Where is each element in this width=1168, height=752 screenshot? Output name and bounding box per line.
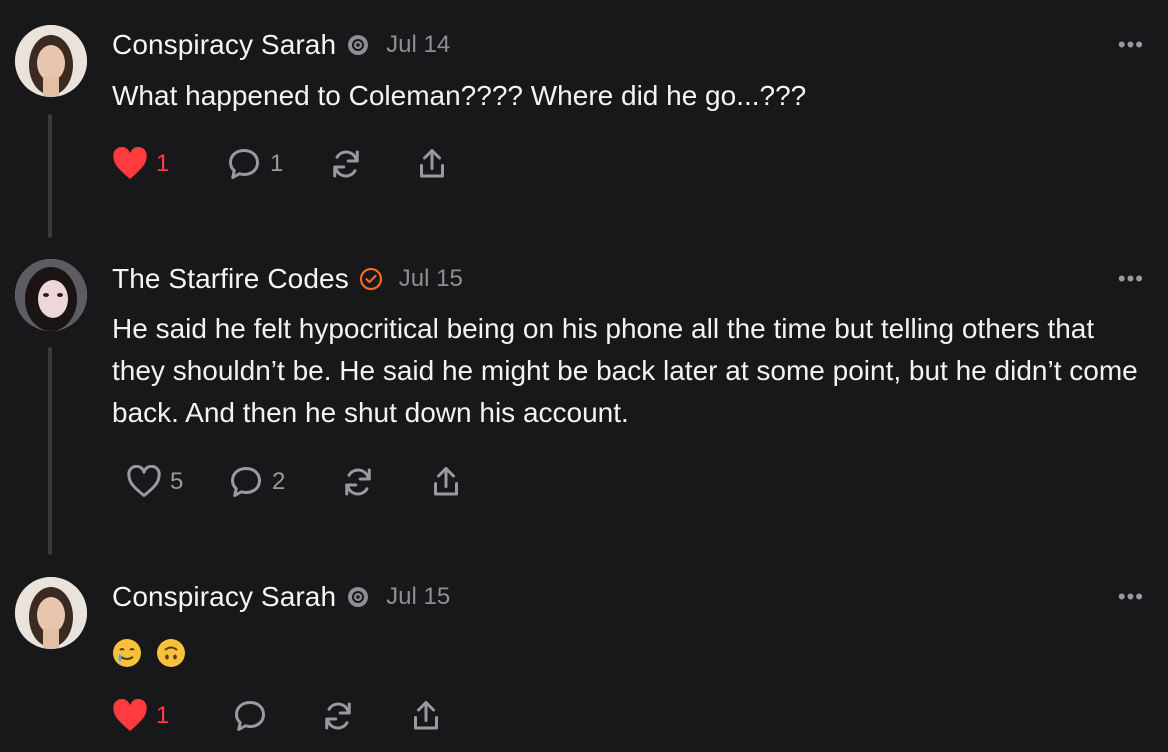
heart-icon bbox=[113, 147, 147, 179]
post-emojis bbox=[112, 630, 1152, 672]
author-name[interactable]: The Starfire Codes bbox=[112, 263, 349, 295]
more-icon[interactable]: ••• bbox=[1118, 32, 1144, 58]
share-icon bbox=[414, 701, 438, 730]
post-date[interactable]: Jul 15 bbox=[399, 265, 463, 293]
like-button[interactable]: 1 bbox=[112, 147, 212, 181]
comment-icon bbox=[235, 701, 265, 731]
comment-button[interactable]: 2 bbox=[228, 464, 340, 500]
share-button[interactable] bbox=[414, 146, 450, 182]
author-name[interactable]: Conspiracy Sarah bbox=[112, 29, 336, 61]
like-button[interactable]: 1 bbox=[112, 699, 216, 733]
avatar[interactable] bbox=[15, 25, 87, 97]
post-header: Conspiracy Sarah Jul 15 bbox=[112, 579, 450, 615]
comment-button[interactable] bbox=[232, 698, 320, 734]
comment-button[interactable]: 1 bbox=[226, 146, 328, 182]
author-name[interactable]: Conspiracy Sarah bbox=[112, 581, 336, 613]
like-count: 1 bbox=[156, 150, 170, 177]
repost-button[interactable] bbox=[320, 698, 408, 734]
post-actions: 1 1 bbox=[112, 144, 450, 184]
more-icon[interactable]: ••• bbox=[1118, 266, 1144, 292]
like-button[interactable]: 5 bbox=[126, 465, 228, 499]
post-text: What happened to Coleman???? Where did h… bbox=[112, 80, 807, 111]
settings-badge-icon bbox=[346, 585, 370, 609]
crying-smile-emoji bbox=[113, 638, 141, 667]
more-icon[interactable]: ••• bbox=[1118, 584, 1144, 610]
post-actions: 1 bbox=[112, 696, 444, 736]
share-icon bbox=[420, 149, 444, 178]
post-actions: 5 2 bbox=[112, 462, 464, 502]
settings-badge-icon bbox=[346, 33, 370, 57]
post-text: He said he felt hypocritical being on hi… bbox=[112, 313, 1138, 428]
comment-icon bbox=[229, 149, 259, 179]
post-header: Conspiracy Sarah Jul 14 bbox=[112, 27, 450, 63]
repost-button[interactable] bbox=[340, 464, 428, 500]
post-date[interactable]: Jul 15 bbox=[386, 583, 450, 611]
repost-icon bbox=[333, 150, 359, 178]
share-button[interactable] bbox=[428, 464, 464, 500]
upside-down-face-emoji bbox=[156, 638, 185, 667]
repost-icon bbox=[325, 702, 351, 730]
post-header: The Starfire Codes Jul 15 bbox=[112, 261, 463, 297]
comment-count: 1 bbox=[270, 150, 284, 177]
avatar[interactable] bbox=[15, 577, 87, 649]
share-button[interactable] bbox=[408, 698, 444, 734]
thread-line bbox=[48, 347, 52, 555]
comment-icon bbox=[231, 467, 261, 497]
heart-icon bbox=[113, 699, 147, 731]
heart-icon bbox=[127, 465, 161, 497]
repost-button[interactable] bbox=[328, 146, 414, 182]
like-count: 1 bbox=[156, 702, 170, 729]
post-date[interactable]: Jul 14 bbox=[386, 31, 450, 59]
thread-line bbox=[48, 114, 52, 238]
like-count: 5 bbox=[170, 468, 184, 495]
comment-count: 2 bbox=[272, 468, 286, 495]
repost-icon bbox=[345, 468, 371, 496]
avatar[interactable] bbox=[15, 259, 87, 331]
verified-badge-icon bbox=[359, 267, 383, 291]
share-icon bbox=[434, 467, 458, 496]
